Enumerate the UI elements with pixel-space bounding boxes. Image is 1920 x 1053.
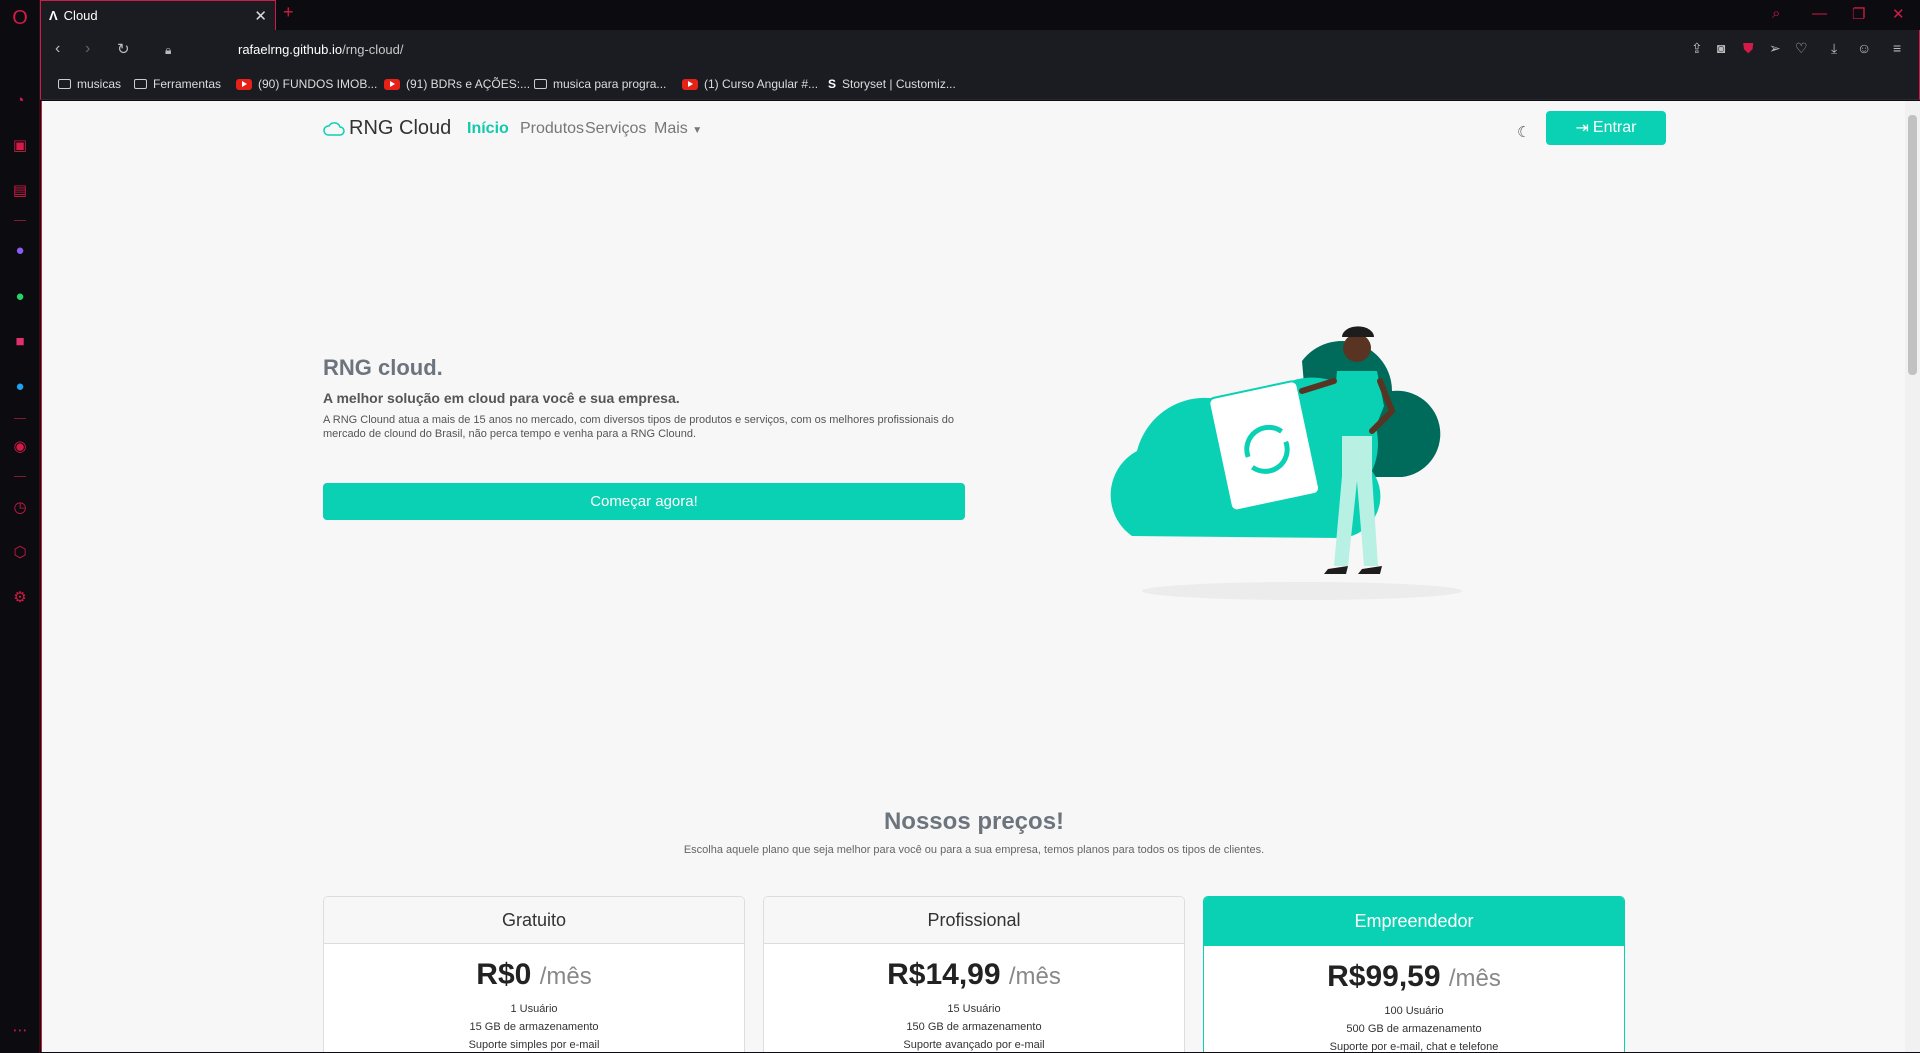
plan-features: 15 Usuário 150 GB de armazenamento Suporte… (903, 1003, 1045, 1051)
history-icon[interactable]: ◷ (10, 497, 30, 517)
caret-down-icon: ▼ (692, 125, 703, 136)
youtube-icon (236, 78, 252, 90)
whatsapp-icon[interactable]: ● (10, 286, 30, 306)
cloud-storage-illustration (1110, 326, 1462, 600)
messenger-icon[interactable]: ● (10, 240, 30, 260)
adblock-shield-icon[interactable]: ⛊ (1743, 40, 1754, 57)
twitch-icon[interactable]: ▤ (10, 180, 30, 200)
back-icon[interactable]: ‹ (55, 40, 60, 58)
bookmark-item[interactable]: (90) FUNDOS IMOB... (236, 77, 377, 91)
hero-subtitle: A melhor solução em cloud para você e su… (323, 390, 680, 406)
settings-gear-icon[interactable]: ⚙ (10, 587, 30, 607)
plan-card-empreendedor: Empreendedor R$99,59 /mês 100 Usuário 500… (1203, 896, 1625, 1052)
bookmark-item[interactable]: Ferramentas (134, 77, 221, 91)
plan-card-profissional: Profissional R$14,99 /mês 15 Usuário 150 … (763, 896, 1185, 1052)
storyset-icon: S (828, 77, 837, 91)
tab-cloud[interactable]: Ʌ Cloud ✕ (40, 0, 276, 30)
plan-name: Profissional (764, 897, 1184, 944)
bookmarks-bar: musicas Ferramentas (90) FUNDOS IMOB... … (40, 70, 1920, 100)
youtube-icon (682, 78, 698, 90)
heart-icon[interactable]: ♡ (1795, 40, 1808, 57)
tab-strip: ⌘ (40, 0, 1920, 30)
browser-sidebar: O ◔ ▣ ▤ ● ● ■ ● ◉ ◷ ⬡ ⚙ ⋯ (0, 0, 40, 1053)
close-window-icon[interactable]: ✕ (1892, 5, 1905, 23)
search-icon[interactable]: ⌕ (1772, 5, 1780, 22)
player-icon[interactable]: ◉ (10, 436, 30, 456)
forward-icon[interactable]: › (85, 40, 90, 58)
youtube-icon (384, 78, 400, 90)
bookmark-item[interactable]: musica para progra... (534, 77, 666, 91)
brand-link[interactable]: RNG Cloud (323, 117, 451, 140)
plan-features: 1 Usuário 15 GB de armazenamento Suporte s… (468, 1003, 600, 1051)
tab-favicon-icon: Ʌ (49, 8, 58, 23)
twitter-icon[interactable]: ● (10, 376, 30, 396)
plan-name: Gratuito (324, 897, 744, 944)
plan-features: 100 Usuário 500 GB de armazenamento Suport… (1329, 1005, 1499, 1052)
cloud-icon (323, 121, 345, 136)
plan-card-gratuito: Gratuito R$0 /mês 1 Usuário 15 GB de arma… (323, 896, 745, 1052)
url-field[interactable]: rafaelrng.github.io/rng-cloud/ (238, 42, 404, 57)
opera-logo-icon[interactable]: O (10, 7, 30, 29)
instagram-icon[interactable]: ■ (10, 331, 30, 351)
plan-price: R$0 /mês (476, 958, 592, 991)
menu-icon[interactable]: ≡ (1893, 40, 1901, 56)
send-icon[interactable]: ➢ (1769, 40, 1781, 57)
page-scrollbar[interactable] (1905, 101, 1920, 1052)
brand-name: RNG Cloud (349, 117, 452, 139)
lock-icon: 🔒︎ (165, 43, 172, 57)
gx-corner-icon[interactable]: ▣ (10, 135, 30, 155)
nav-produtos[interactable]: Produtos (520, 120, 584, 138)
share-icon[interactable]: ⇪ (1691, 40, 1703, 57)
start-now-button[interactable]: Começar agora! (323, 483, 965, 520)
scrollbar-thumb[interactable] (1908, 115, 1917, 375)
folder-icon (134, 79, 147, 89)
account-icon[interactable]: ☺ (1857, 40, 1871, 56)
site-navbar: RNG Cloud Início Produtos Serviços Mais … (323, 111, 1667, 151)
nav-servicos[interactable]: Serviços (585, 120, 646, 138)
bookmark-item[interactable]: S Storyset | Customiz... (828, 77, 956, 91)
hero-text: A RNG Clound atua a mais de 15 anos no m… (323, 414, 954, 440)
login-button[interactable]: ⇥ Entrar (1546, 111, 1666, 145)
plan-price: R$99,59 /mês (1327, 960, 1501, 993)
bookmark-item[interactable]: (1) Curso Angular #... (682, 77, 818, 91)
plan-name: Empreendedor (1204, 897, 1624, 946)
pricing-title: Nossos preços! (883, 808, 1065, 835)
close-tab-icon[interactable]: ✕ (254, 7, 267, 25)
folder-icon (58, 79, 71, 89)
pricing-subtitle: Escolha aquele plano que seja melhor par… (683, 844, 1265, 856)
web-page: RNG Cloud Início Produtos Serviços Mais … (41, 101, 1905, 1052)
nav-mais[interactable]: Mais ▼ (654, 120, 702, 138)
bookmark-item[interactable]: musicas (58, 77, 121, 91)
download-icon[interactable]: ⤓ (1831, 40, 1837, 57)
snapshot-icon[interactable]: ◙ (1717, 40, 1725, 56)
more-icon[interactable]: ⋯ (10, 1020, 30, 1040)
hero-title: RNG cloud. (323, 355, 443, 380)
tab-title: Cloud (63, 8, 98, 23)
minimize-icon[interactable]: — (1812, 5, 1827, 22)
address-bar-row: ‹ › ↻ 🔒︎ rafaelrng.github.io/rng-cloud/ … (40, 30, 1920, 70)
speed-dial-icon[interactable]: ◔ (10, 90, 30, 110)
plan-price: R$14,99 /mês (887, 958, 1061, 991)
restore-icon[interactable]: ❐ (1852, 5, 1865, 23)
login-icon: ⇥ (1575, 120, 1589, 137)
folder-icon (534, 79, 547, 89)
reload-icon[interactable]: ↻ (117, 40, 130, 58)
nav-inicio[interactable]: Início (467, 120, 509, 138)
new-tab-icon[interactable]: + (283, 2, 294, 23)
dark-mode-moon-icon[interactable]: ☾ (1517, 123, 1530, 141)
bookmark-item[interactable]: (91) BDRs e AÇÕES:... (384, 77, 530, 91)
extensions-icon[interactable]: ⬡ (10, 542, 30, 562)
